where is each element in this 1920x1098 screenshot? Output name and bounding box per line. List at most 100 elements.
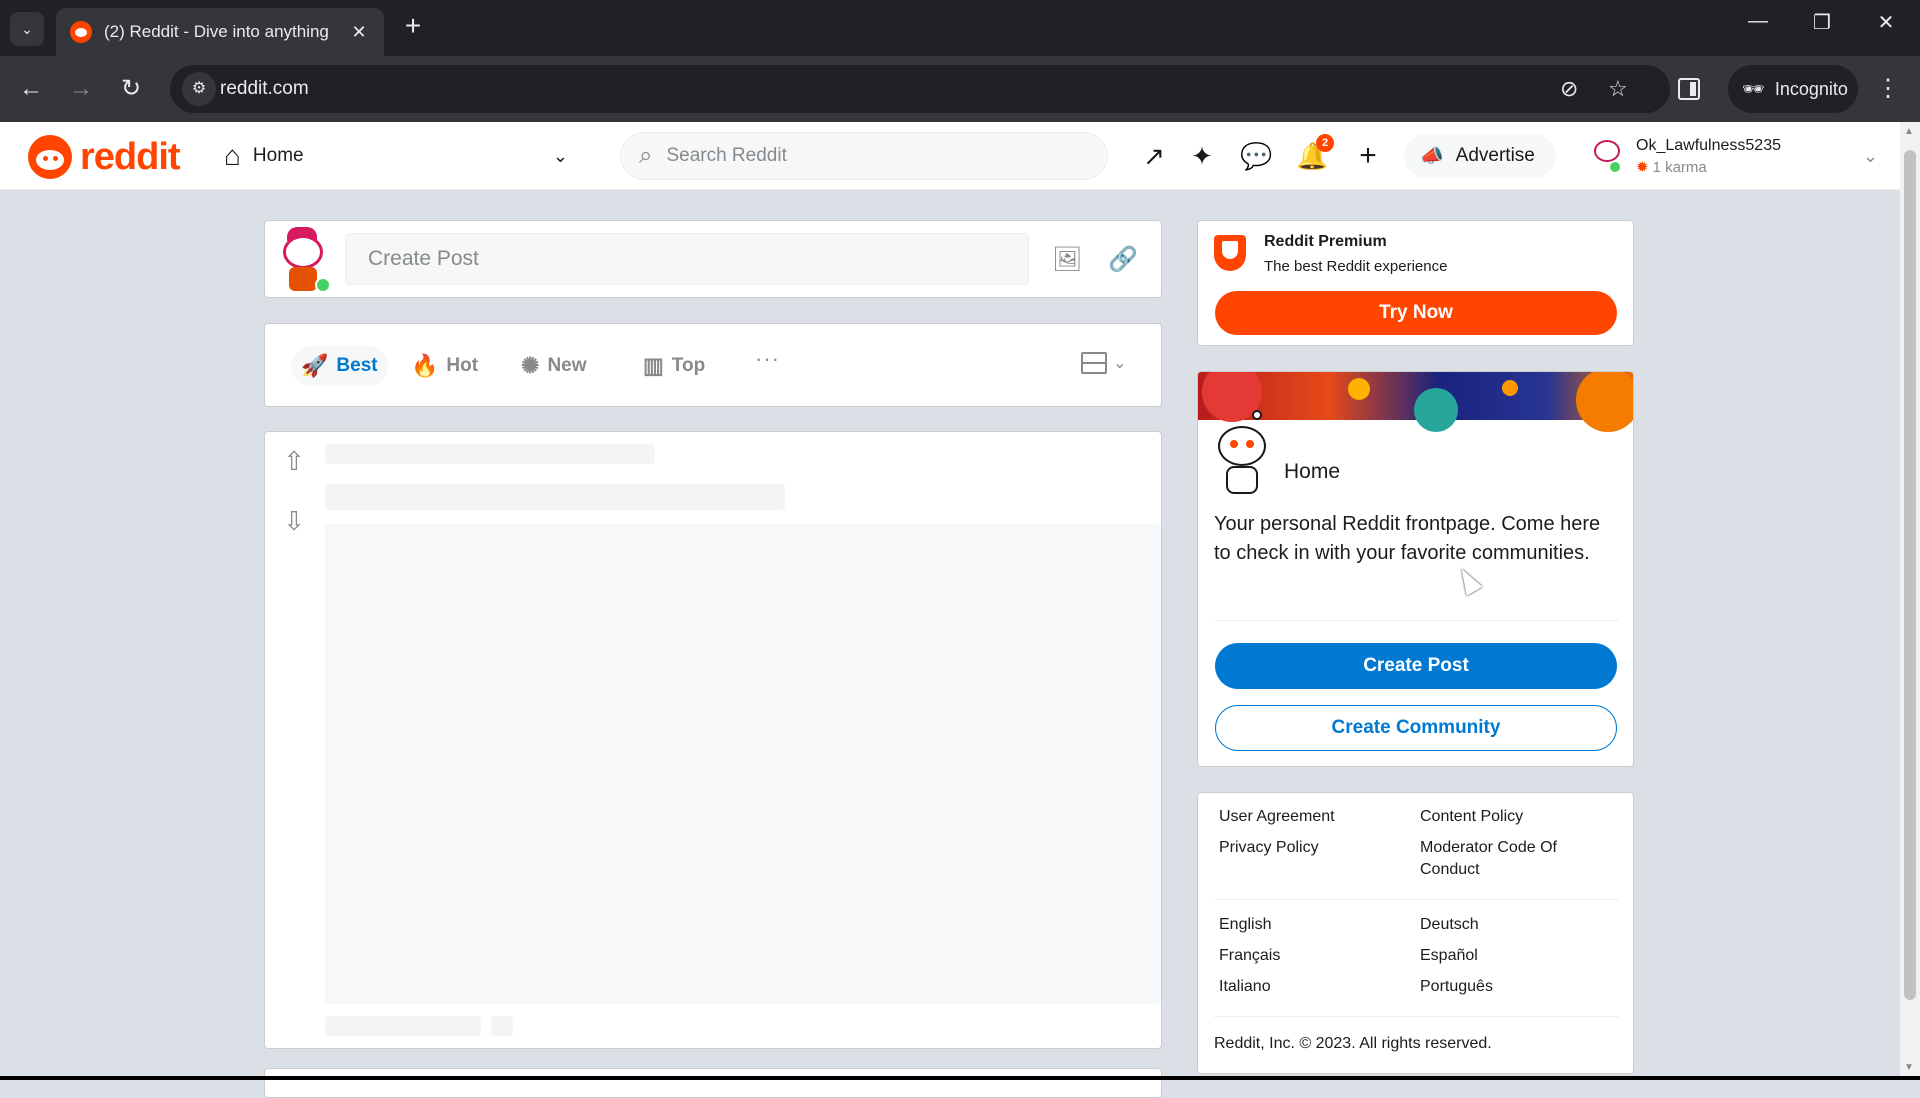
advertise-label: Advertise [1455, 145, 1535, 166]
online-status-dot [315, 277, 331, 293]
tab-search-button[interactable]: ⌄ [10, 12, 44, 46]
url-text: reddit.com [220, 78, 309, 99]
reload-button[interactable]: ↻ [114, 72, 148, 106]
reddit-logo[interactable]: reddit [28, 134, 181, 180]
language-portugues-link[interactable]: Português [1420, 976, 1493, 998]
chevron-down-icon: ⌄ [1113, 355, 1127, 372]
sort-new-button[interactable]: ✺ New [511, 346, 597, 386]
sort-hot-button[interactable]: 🔥 Hot [401, 346, 488, 386]
back-button[interactable]: ← [14, 72, 48, 106]
notification-bell-icon[interactable]: 🔔 2 [1296, 134, 1334, 172]
language-italiano-link[interactable]: Italiano [1219, 976, 1271, 998]
copyright-text: Reddit, Inc. © 2023. All rights reserved… [1214, 1035, 1492, 1052]
search-bar[interactable]: ⌕ [620, 132, 1108, 180]
search-icon: ⌕ [639, 142, 653, 169]
browser-menu-icon[interactable]: ⋮ [1876, 74, 1900, 103]
privacy-policy-link[interactable]: Privacy Policy [1219, 837, 1319, 859]
create-post-button[interactable]: Create Post [1215, 643, 1617, 689]
username: Ok_Lawfulness5235 [1636, 136, 1781, 154]
browser-toolbar: ← → ↻ ⚙ reddit.com ⊘ ☆ 🕶 Incognito ⋮ [0, 56, 1920, 122]
scrollbar-thumb[interactable] [1904, 150, 1916, 1000]
loading-placeholder [491, 1016, 513, 1036]
post-card-loading[interactable]: ⇧ ⇩ [264, 431, 1162, 1049]
loading-placeholder [325, 484, 785, 510]
divider [1214, 1016, 1619, 1017]
screen-edge [0, 1076, 1920, 1080]
side-panel-icon[interactable] [1678, 78, 1700, 100]
divider [1214, 620, 1619, 621]
flame-icon: 🔥 [411, 353, 439, 378]
chevron-down-icon: ⌄ [552, 145, 568, 166]
incognito-indicator[interactable]: 🕶 Incognito [1728, 65, 1858, 113]
karma-count: ✹ 1 karma [1636, 158, 1863, 176]
try-now-button[interactable]: Try Now [1215, 291, 1617, 335]
browser-tab-reddit[interactable]: (2) Reddit - Dive into anything ✕ [56, 8, 384, 56]
rocket-icon: 🚀 [301, 353, 329, 378]
sort-new-label: New [547, 355, 587, 376]
reddit-header: reddit ⌂ Home ⌄ ⌕ ↗ ✦ 💬 🔔2 + 📣 Advertise… [0, 122, 1900, 190]
home-icon: ⌂ [224, 140, 241, 171]
create-post-bar: 🖼 🔗 [264, 220, 1162, 298]
home-card-title: Home [1284, 460, 1341, 483]
sort-bar: 🚀 Best 🔥 Hot ✺ New ▥ Top ··· ⌄ [264, 323, 1162, 407]
scroll-down-icon[interactable]: ▼ [1904, 1062, 1914, 1073]
advertise-button[interactable]: 📣 Advertise [1404, 134, 1556, 178]
megaphone-icon: 📣 [1420, 146, 1444, 167]
image-upload-icon[interactable]: 🖼 [1052, 245, 1082, 275]
link-icon[interactable]: 🔗 [1108, 245, 1138, 275]
incognito-label: Incognito [1774, 78, 1848, 99]
home-card-description: Your personal Reddit frontpage. Come her… [1214, 513, 1601, 564]
search-input[interactable] [666, 145, 1047, 167]
create-community-button[interactable]: Create Community [1215, 705, 1617, 751]
more-options-icon[interactable]: ··· [755, 346, 780, 372]
premium-title: Reddit Premium [1264, 233, 1387, 250]
new-tab-button[interactable]: + [398, 12, 428, 42]
language-deutsch-link[interactable]: Deutsch [1420, 914, 1479, 936]
online-status-dot [1610, 162, 1620, 172]
card-view-icon [1081, 352, 1107, 374]
chat-icon[interactable]: 💬 [1240, 140, 1272, 172]
user-avatar [1590, 136, 1626, 176]
user-avatar[interactable] [279, 225, 331, 293]
close-window-button[interactable]: ✕ [1866, 10, 1906, 35]
user-agreement-link[interactable]: User Agreement [1219, 806, 1335, 828]
loading-media-placeholder [325, 524, 1161, 1004]
notification-badge: 2 [1316, 134, 1334, 152]
snoo-mascot-icon [1212, 408, 1276, 504]
restore-button[interactable]: ❐ [1802, 10, 1842, 35]
close-tab-icon[interactable]: ✕ [348, 22, 370, 43]
sort-top-button[interactable]: ▥ Top [633, 346, 715, 386]
reddit-favicon-icon [70, 21, 92, 43]
popular-icon[interactable]: ↗ [1138, 140, 1170, 172]
minimize-button[interactable]: — [1738, 10, 1778, 33]
loading-placeholder [325, 1016, 481, 1036]
incognito-icon: 🕶 [1742, 78, 1765, 99]
language-francais-link[interactable]: Français [1219, 945, 1280, 967]
sort-best-button[interactable]: 🚀 Best [291, 346, 388, 386]
create-post-input[interactable] [345, 233, 1029, 285]
page-scrollbar[interactable]: ▲ ▼ [1900, 122, 1920, 1080]
downvote-icon[interactable]: ⇩ [279, 506, 309, 536]
moderator-code-link[interactable]: Moderator Code Of Conduct [1420, 837, 1600, 881]
divider [1214, 899, 1619, 900]
view-toggle-button[interactable]: ⌄ [1081, 352, 1126, 374]
address-bar[interactable]: ⚙ reddit.com ⊘ ☆ [170, 65, 1670, 113]
language-english-link[interactable]: English [1219, 914, 1271, 936]
user-menu[interactable]: Ok_Lawfulness5235 ✹ 1 karma ⌄ [1590, 130, 1890, 182]
site-info-icon[interactable]: ⚙ [182, 72, 216, 106]
footer-links-card: User Agreement Content Policy Privacy Po… [1197, 792, 1634, 1074]
home-info-card: Home Your personal Reddit frontpage. Com… [1197, 371, 1634, 767]
language-espanol-link[interactable]: Español [1420, 945, 1478, 967]
karma-icon: ✹ [1636, 158, 1649, 176]
scroll-up-icon[interactable]: ▲ [1904, 126, 1914, 137]
create-plus-icon[interactable]: + [1352, 140, 1384, 172]
coins-icon[interactable]: ✦ [1186, 140, 1218, 172]
content-policy-link[interactable]: Content Policy [1420, 806, 1523, 828]
feed-selector-dropdown[interactable]: ⌂ Home ⌄ [224, 134, 588, 178]
bookmark-star-icon[interactable]: ☆ [1608, 76, 1628, 102]
feed-selector-label: Home [252, 145, 304, 166]
upvote-icon[interactable]: ⇧ [279, 446, 309, 476]
eye-off-icon[interactable]: ⊘ [1560, 76, 1578, 102]
premium-shield-icon [1214, 235, 1246, 271]
forward-button[interactable]: → [64, 72, 98, 106]
